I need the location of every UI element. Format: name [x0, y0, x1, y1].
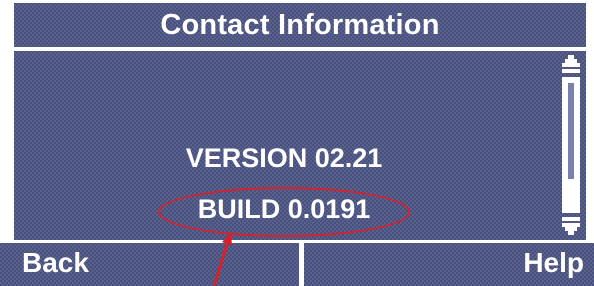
up-arrow-icon[interactable]: [562, 55, 580, 75]
softkey-bar: [0, 240, 594, 286]
down-arrow-icon[interactable]: [562, 215, 580, 235]
version-text: VERSION 02.21: [185, 143, 383, 173]
content-area: VERSION 02.21 BUILD 0.0191: [14, 51, 586, 240]
scrollbar[interactable]: [558, 55, 584, 235]
softkey-divider: [299, 240, 304, 286]
phone-display: Contact Information VERSION 02.21 BUILD …: [0, 0, 594, 286]
display-frame-left: [0, 0, 14, 240]
red-pointer-arrow-icon: [212, 232, 232, 286]
help-softkey[interactable]: Help: [523, 245, 584, 281]
scroll-track[interactable]: [562, 77, 580, 213]
scroll-track-fill: [568, 83, 574, 179]
build-highlight-ellipse: [158, 187, 410, 237]
display-frame-right: [586, 0, 594, 240]
window-title: Contact Information: [160, 8, 440, 41]
back-softkey[interactable]: Back: [22, 245, 89, 281]
